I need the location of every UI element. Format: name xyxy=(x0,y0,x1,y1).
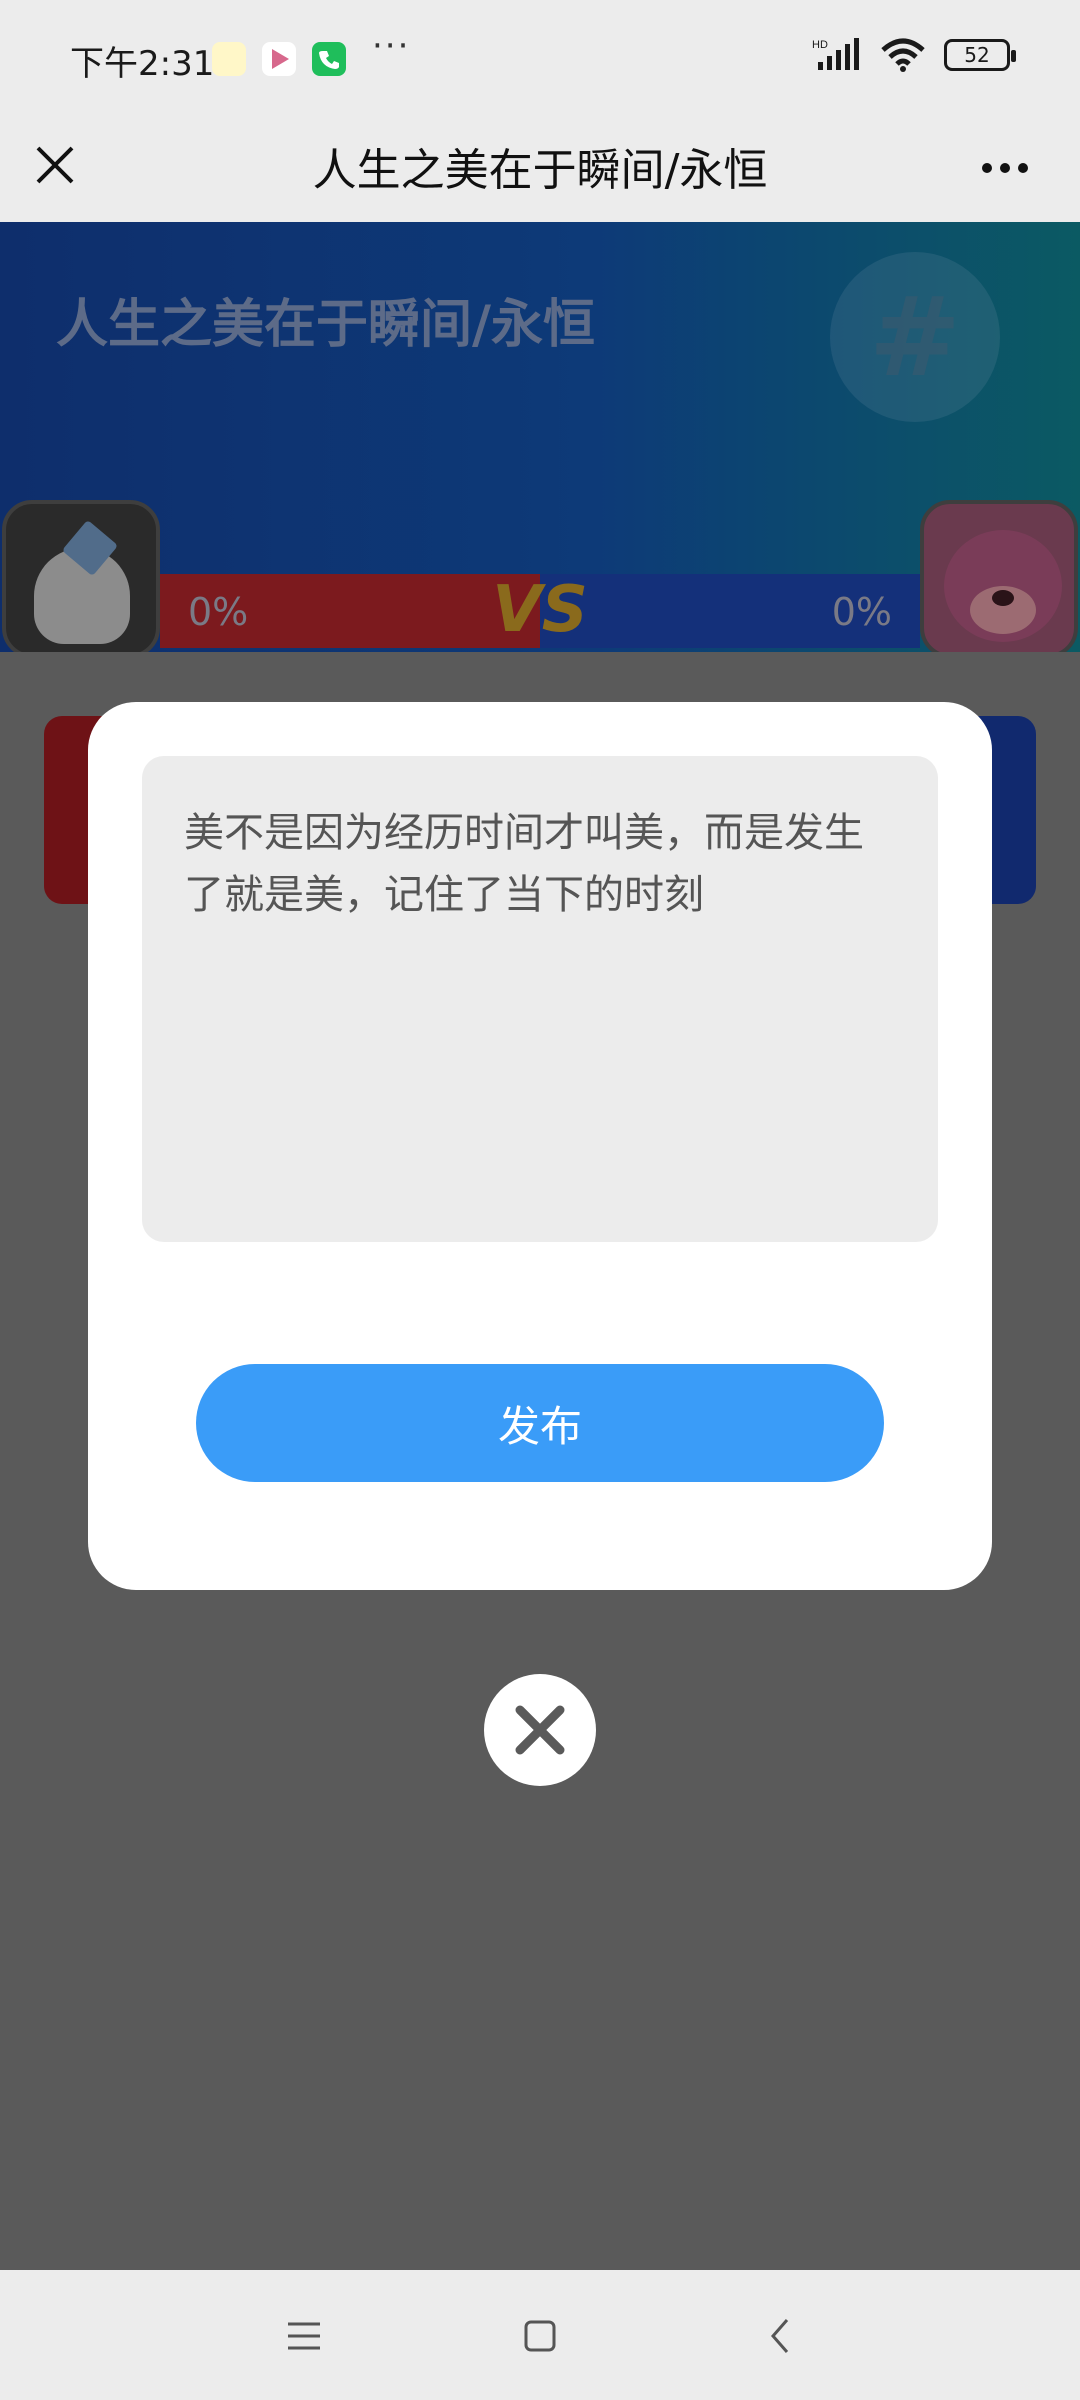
left-avatar xyxy=(2,500,160,652)
right-avatar xyxy=(920,500,1078,652)
left-percent: 0% xyxy=(188,590,249,634)
battery-icon: 52 xyxy=(944,39,1016,71)
topic-banner: 人生之美在于瞬间/永恒 # VS 0% 0% xyxy=(0,222,1080,652)
comment-dialog: 美不是因为经历时间才叫美，而是发生了就是美，记住了当下的时刻 发布 xyxy=(88,702,992,1590)
status-bar: 下午2:31 ··· HD 52 xyxy=(0,0,1080,112)
page-title: 人生之美在于瞬间/永恒 xyxy=(312,145,768,196)
title-bar: 人生之美在于瞬间/永恒 xyxy=(0,112,1080,222)
hashtag-symbol: # xyxy=(868,273,962,401)
status-indicators: HD 52 xyxy=(812,38,1016,72)
status-overflow: ··· xyxy=(372,26,411,66)
dot xyxy=(1000,163,1010,173)
banner-title: 人生之美在于瞬间/永恒 xyxy=(56,295,595,355)
status-time: 下午2:31 xyxy=(70,44,215,84)
app-notification-icon xyxy=(212,42,246,76)
menu-icon[interactable] xyxy=(276,2308,332,2364)
more-dots-icon[interactable] xyxy=(970,138,1040,198)
system-nav-bar xyxy=(0,2270,1080,2400)
hashtag-icon: # xyxy=(830,252,1000,422)
dot xyxy=(1018,163,1028,173)
publish-button[interactable]: 发布 xyxy=(196,1364,884,1482)
modal-close-icon[interactable] xyxy=(484,1674,596,1786)
comment-input[interactable]: 美不是因为经历时间才叫美，而是发生了就是美，记住了当下的时刻 xyxy=(142,756,938,1242)
battery-level: 52 xyxy=(964,43,990,67)
wifi-icon xyxy=(881,38,925,72)
close-icon[interactable] xyxy=(22,132,88,198)
signal-icon: HD xyxy=(812,38,859,70)
bear-nose xyxy=(992,590,1014,606)
vs-badge: VS xyxy=(492,573,588,647)
back-icon[interactable] xyxy=(752,2308,808,2364)
home-icon[interactable] xyxy=(512,2308,568,2364)
dot xyxy=(982,163,992,173)
play-store-icon xyxy=(262,42,296,76)
network-label: HD xyxy=(812,39,828,51)
phone-call-icon xyxy=(312,42,346,76)
vote-progress-bar: VS 0% 0% xyxy=(160,573,920,648)
right-percent: 0% xyxy=(831,590,892,634)
